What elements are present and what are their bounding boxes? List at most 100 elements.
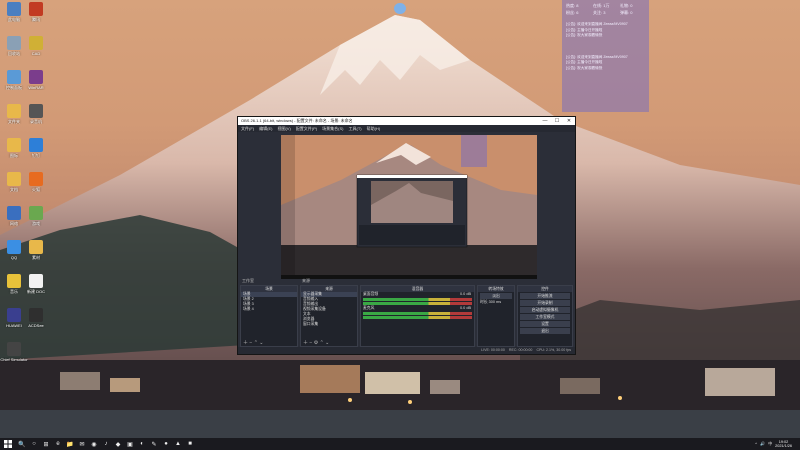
start-button[interactable] <box>1 439 15 449</box>
taskbar-app-icon[interactable]: ♪ <box>101 439 111 449</box>
network-icon <box>7 206 21 220</box>
taskbar-app-icon[interactable]: ✉ <box>77 439 87 449</box>
transition-select[interactable]: 淡出 <box>480 293 512 299</box>
taskbar: 🔍 ○ ⊞ e 📁 ✉ ◉ ♪ ◆ ▣ ◐ ✎ ● ▲ ■ ^ 🔊 中 19:02 2021/1/26 <box>0 438 800 450</box>
taskbar-app-icon[interactable]: 🔍 <box>17 439 27 449</box>
scenes-dock[interactable]: 工作室 场景 场景 场景 2 场景 3 场景 4 ＋ − ⌃ ⌄ <box>240 278 298 347</box>
minimize-button[interactable]: — <box>539 117 551 125</box>
control-button[interactable]: 开始推流 <box>520 293 570 299</box>
taskbar-app-icon[interactable]: ◐ <box>137 439 147 449</box>
mixer-channel: 桌面音频 0.0 dB <box>361 292 474 297</box>
overlay-stat-label: 弹幕 <box>620 10 628 15</box>
volume-meter <box>363 298 472 301</box>
taskbar-app-icon[interactable]: ◆ <box>113 439 123 449</box>
taskbar-app-icon[interactable]: ▣ <box>125 439 135 449</box>
desktop-icon[interactable]: CAD <box>22 36 50 56</box>
system-tray: ^ 🔊 中 19:02 2021/1/26 <box>755 440 800 448</box>
archive-icon <box>29 70 43 84</box>
transitions-dock[interactable]: 转场特效 淡出 时长 300 ms <box>477 285 515 347</box>
taskbar-app-icon[interactable]: ■ <box>185 439 195 449</box>
obs-titlebar[interactable]: OBS 26.1.1 (64-bit, windows) - 配置文件: 未命名… <box>238 117 575 125</box>
menu-item[interactable]: 工具(T) <box>348 126 361 132</box>
obs-window-title: OBS 26.1.1 (64-bit, windows) - 配置文件: 未命名… <box>241 118 353 123</box>
desktop-icon[interactable]: 录音机 <box>22 104 50 124</box>
desktop-icon[interactable]: ACDSee <box>22 308 50 328</box>
close-button[interactable]: ✕ <box>563 117 575 125</box>
menu-item[interactable]: 文件(F) <box>241 126 254 132</box>
menu-item[interactable]: 场景集合(S) <box>322 126 343 132</box>
sources-dock[interactable]: 来源 来源 显示器采集 音频输入 音频输出 视频采集设备 文本 浏览器 窗口采集 ＋ − ⚙… <box>300 278 358 347</box>
duration-value[interactable]: 300 ms <box>489 300 501 304</box>
browser-icon <box>29 172 43 186</box>
desktop-icon[interactable]: Chief Simulator <box>0 342 28 362</box>
app-icon <box>7 342 21 356</box>
control-button[interactable]: 开始录制 <box>520 300 570 306</box>
volume-slider[interactable] <box>363 302 472 305</box>
taskbar-app-icon[interactable]: ▲ <box>173 439 183 449</box>
control-button[interactable]: 退出 <box>520 328 570 334</box>
scene-item[interactable]: 场景 4 <box>241 307 297 312</box>
folder-icon <box>7 138 21 152</box>
desktop-icon[interactable]: 火狐 <box>22 172 50 192</box>
taskbar-app-icon[interactable]: ⊞ <box>41 439 51 449</box>
desktop-icon[interactable]: 腾讯 <box>22 2 50 22</box>
overlay-message: [公告]: 祝大家观看愉快 <box>566 65 603 70</box>
overlay-stat-value: 0 <box>630 3 633 8</box>
desktop-icon[interactable]: WinRAR <box>22 70 50 90</box>
overlay-stat-label: 关注 <box>593 10 601 15</box>
taskbar-app-icon[interactable]: e <box>53 439 63 449</box>
app-icon <box>29 36 43 50</box>
desktop-icon[interactable]: 游戏 <box>22 206 50 226</box>
tray-icon[interactable]: 🔊 <box>760 441 765 447</box>
obs-preview[interactable] <box>281 135 537 279</box>
scenes-dock-toolbar[interactable]: ＋ − ⌃ ⌄ <box>241 340 297 346</box>
desktop-icon-label: ACDSee <box>28 323 44 328</box>
maximize-button[interactable]: ☐ <box>551 117 563 125</box>
taskbar-app-icon[interactable]: 📁 <box>65 439 75 449</box>
menu-item[interactable]: 视图(V) <box>277 126 290 132</box>
overlay-stat-label: 在线 <box>593 3 601 8</box>
transitions-dock-title: 转场特效 <box>478 286 514 292</box>
status-item: LIVE: 00:00:00 <box>481 348 505 352</box>
desktop-pet-icon[interactable] <box>394 3 406 14</box>
control-button[interactable]: 工作室模式 <box>520 314 570 320</box>
control-button[interactable]: 设置 <box>520 321 570 327</box>
status-item: CPU: 2.1%, 30.00 fps <box>536 348 571 352</box>
desktop-icon-label: CAD <box>31 51 41 56</box>
overlay-stat-value: 8 <box>576 3 579 8</box>
sources-dock-toolbar[interactable]: ＋ − ⚙ ⌃ ⌄ <box>301 340 357 346</box>
taskbar-app-icon[interactable]: ○ <box>29 439 39 449</box>
taskbar-app-icon[interactable]: ● <box>161 439 171 449</box>
overlay-stat: 在线: 1万 <box>593 3 610 8</box>
desktop-icon-label: 游戏 <box>32 221 40 226</box>
taskbar-app-icon[interactable]: ✎ <box>149 439 159 449</box>
controls-dock[interactable]: 控件 开始推流 开始录制 启动虚拟摄像机 工作室模式 设置 退出 <box>517 285 573 347</box>
windows-logo-icon <box>4 440 12 448</box>
desktop-icon[interactable]: 素材 <box>22 240 50 260</box>
volume-slider[interactable] <box>363 316 472 319</box>
control-button[interactable]: 启动虚拟摄像机 <box>520 307 570 313</box>
computer-icon <box>7 2 21 16</box>
obs-window[interactable]: OBS 26.1.1 (64-bit, windows) - 配置文件: 未命名… <box>237 116 576 355</box>
taskbar-app-icon[interactable]: ◉ <box>89 439 99 449</box>
mixer-dock[interactable]: 混音器 桌面音频 0.0 dB 麦克风 0.0 dB <box>360 285 475 347</box>
desktop-icon[interactable]: 钉钉 <box>22 138 50 158</box>
controls-dock-title: 控件 <box>518 286 572 292</box>
mixer-channel-name: 麦克风 <box>363 306 375 310</box>
app-icon <box>29 308 43 322</box>
menu-item[interactable]: 编辑(E) <box>259 126 272 132</box>
desktop-icon[interactable]: 新建 DOC <box>22 274 50 294</box>
mixer-channel-level: 0.0 dB <box>460 306 471 310</box>
tray-icon[interactable]: ^ <box>755 441 757 447</box>
source-item[interactable]: 窗口采集 <box>301 322 357 327</box>
studio-label: 工作室 <box>242 278 254 283</box>
document-icon <box>29 274 43 288</box>
control-panel-icon <box>7 70 21 84</box>
duration-label: 时长 <box>480 300 488 304</box>
tray-icon[interactable]: 中 <box>768 441 772 447</box>
menu-item[interactable]: 配置文件(P) <box>296 126 317 132</box>
menu-item[interactable]: 帮助(H) <box>367 126 381 132</box>
obs-statusbar: LIVE: 00:00:00 REC: 00:00:00 CPU: 2.1%, 30… <box>238 347 575 354</box>
desktop-icon-label: 钉钉 <box>32 153 40 158</box>
clock[interactable]: 19:02 2021/1/26 <box>775 440 792 448</box>
